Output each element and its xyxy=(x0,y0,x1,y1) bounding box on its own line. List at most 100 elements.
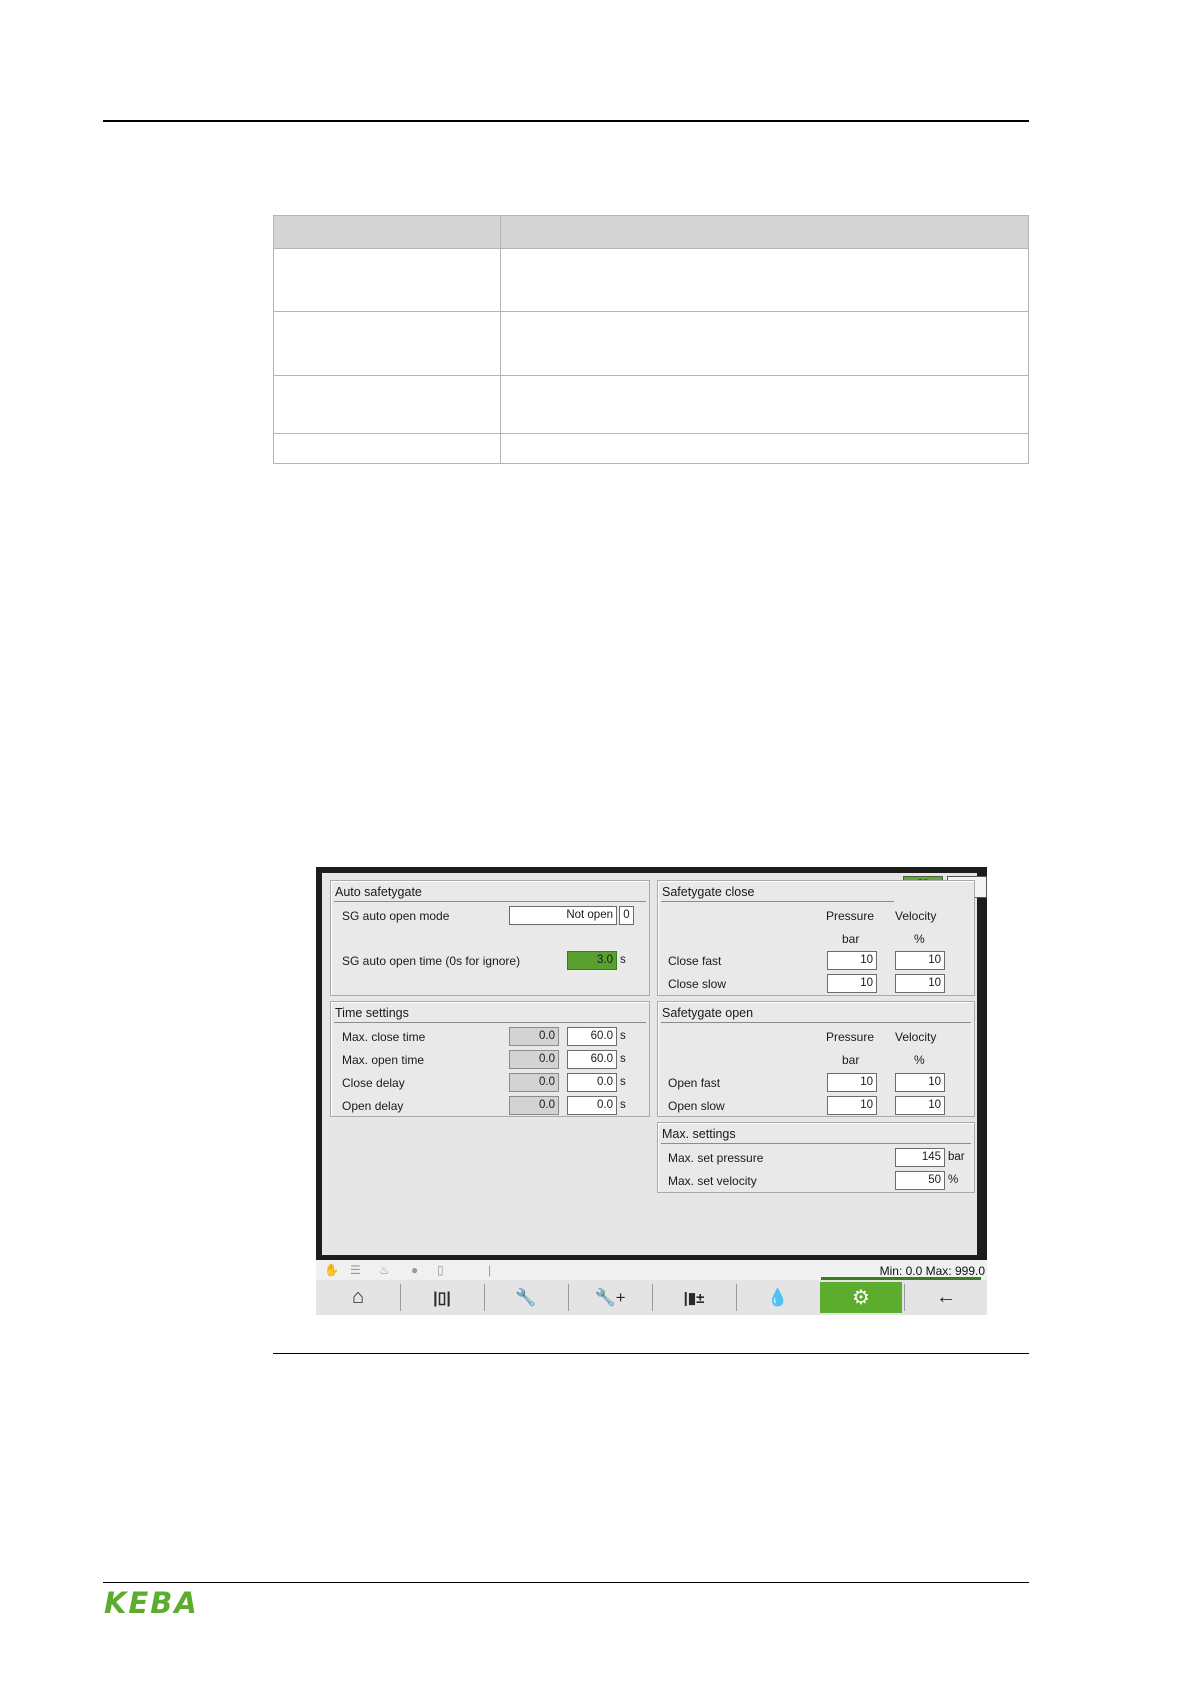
open-delay-actual: 0.0 xyxy=(509,1096,559,1115)
open-mode-code: 0 xyxy=(619,906,634,925)
wrench-plus-icon: 🔧+ xyxy=(594,1287,626,1307)
col-pressure: Pressure xyxy=(826,909,875,923)
open-delay-label: Open delay xyxy=(342,1099,404,1113)
max-pressure-label: Max. set pressure xyxy=(668,1151,764,1165)
panel-title: Auto safetygate xyxy=(335,885,422,899)
close-slow-velocity[interactable]: 10 xyxy=(895,974,945,993)
auto-safetygate-panel: Auto safetygate SG auto open mode Not op… xyxy=(330,880,650,996)
time-settings-panel: Time settings Max. close time 0.0 60.0 s… xyxy=(330,1001,650,1117)
panel-title: Max. settings xyxy=(662,1127,736,1141)
col-pressure: Pressure xyxy=(826,1030,875,1044)
max-close-time-label: Max. close time xyxy=(342,1030,426,1044)
max-pressure-input[interactable]: 145 xyxy=(895,1148,945,1167)
nav-ejector-button[interactable]: |▮± xyxy=(653,1282,735,1313)
open-time-unit: s xyxy=(620,954,626,966)
table-row xyxy=(273,248,501,312)
divider xyxy=(661,1143,971,1144)
max-velocity-input[interactable]: 50 xyxy=(895,1171,945,1190)
col-velocity: Velocity xyxy=(895,1030,937,1044)
nav-drop-button[interactable]: 💧 xyxy=(737,1282,819,1313)
parameter-table xyxy=(273,215,1029,464)
unit: s xyxy=(620,1030,626,1042)
divider xyxy=(661,1022,971,1023)
max-velocity-label: Max. set velocity xyxy=(668,1174,757,1188)
unit: s xyxy=(620,1053,626,1065)
panel-title: Safetygate close xyxy=(662,885,755,899)
table-header-col1 xyxy=(273,215,501,249)
open-slow-pressure[interactable]: 10 xyxy=(827,1096,877,1115)
nav-bar: ⌂ |▯| 🔧 🔧+ |▮± 💧 ⚙ ← xyxy=(316,1280,987,1315)
close-fast-label: Close fast xyxy=(668,954,722,968)
max-open-time-label: Max. open time xyxy=(342,1053,425,1067)
mold-icon: ▯ xyxy=(437,1263,444,1277)
home-icon: ⌂ xyxy=(351,1286,365,1308)
header-rule xyxy=(103,120,1029,122)
col-velocity: Velocity xyxy=(895,909,937,923)
separator: | xyxy=(488,1263,492,1277)
hand-icon: ✋ xyxy=(324,1263,339,1277)
gear-icon: ⚙ xyxy=(852,1287,870,1309)
safetygate-open-panel: Safetygate open Pressure Velocity bar % … xyxy=(657,1001,975,1117)
list-icon: ☰ xyxy=(350,1263,361,1277)
close-delay-label: Close delay xyxy=(342,1076,405,1090)
table-row xyxy=(273,433,501,464)
open-mode-label: SG auto open mode xyxy=(342,909,450,923)
nav-settings-button[interactable]: ⚙ xyxy=(820,1282,902,1313)
nav-back-button[interactable]: ← xyxy=(905,1282,987,1313)
screen-area: 🕮 S|] Auto safetygate SG auto open mode … xyxy=(322,873,987,1255)
mold-icon: |▯| xyxy=(433,1289,451,1307)
max-close-time-input[interactable]: 60.0 xyxy=(567,1027,617,1046)
close-fast-velocity[interactable]: 10 xyxy=(895,951,945,970)
open-fast-velocity[interactable]: 10 xyxy=(895,1073,945,1092)
open-slow-label: Open slow xyxy=(668,1099,725,1113)
max-settings-panel: Max. settings Max. set pressure 145 bar … xyxy=(657,1122,975,1193)
close-slow-label: Close slow xyxy=(668,977,727,991)
max-open-time-input[interactable]: 60.0 xyxy=(567,1050,617,1069)
minmax-readout: Min: 0.0 Max: 999.0 xyxy=(879,1264,985,1278)
close-slow-pressure[interactable]: 10 xyxy=(827,974,877,993)
open-fast-pressure[interactable]: 10 xyxy=(827,1073,877,1092)
unit: bar xyxy=(948,1151,965,1163)
nav-mold-button[interactable]: |▯| xyxy=(401,1282,483,1313)
wrench-icon: 🔧 xyxy=(515,1287,537,1307)
close-fast-pressure[interactable]: 10 xyxy=(827,951,877,970)
ejector-icon: |▮± xyxy=(683,1289,705,1307)
divider xyxy=(334,1022,646,1023)
hmi-screenshot: 🕮 S|] Auto safetygate SG auto open mode … xyxy=(316,867,987,1315)
divider xyxy=(334,901,646,902)
unit-pressure: bar xyxy=(842,1053,860,1067)
back-arrow-icon: ← xyxy=(936,1286,956,1308)
divider xyxy=(661,901,894,902)
open-mode-select[interactable]: Not open xyxy=(509,906,617,925)
close-delay-input[interactable]: 0.0 xyxy=(567,1073,617,1092)
table-row xyxy=(500,433,1029,464)
unit-velocity: % xyxy=(914,1053,925,1067)
footer-rule xyxy=(103,1582,1029,1583)
unit-velocity: % xyxy=(914,932,925,946)
status-bar: ✋ ☰ ♨ ● ▯ | Min: 0.0 Max: 999.0 xyxy=(316,1260,987,1280)
heater-icon: ♨ xyxy=(379,1263,390,1277)
table-row xyxy=(500,375,1029,434)
keba-logo: KEBA xyxy=(104,1586,199,1620)
close-delay-actual: 0.0 xyxy=(509,1073,559,1092)
open-time-input[interactable]: 3.0 xyxy=(567,951,617,970)
nav-tools-button[interactable]: 🔧 xyxy=(485,1282,567,1313)
drop-icon: ● xyxy=(411,1263,419,1277)
panel-title: Time settings xyxy=(335,1006,409,1020)
open-time-label: SG auto open time (0s for ignore) xyxy=(342,954,521,968)
panel-title: Safetygate open xyxy=(662,1006,754,1020)
table-row xyxy=(273,311,501,376)
open-slow-velocity[interactable]: 10 xyxy=(895,1096,945,1115)
unit: % xyxy=(948,1174,959,1186)
table-row xyxy=(500,311,1029,376)
open-delay-input[interactable]: 0.0 xyxy=(567,1096,617,1115)
screen-frame: 🕮 S|] Auto safetygate SG auto open mode … xyxy=(316,867,987,1260)
unit: s xyxy=(620,1076,626,1088)
figure-rule xyxy=(273,1353,1029,1354)
safetygate-close-panel: Safetygate close Pressure Velocity bar %… xyxy=(657,880,975,996)
max-close-time-actual: 0.0 xyxy=(509,1027,559,1046)
table-row xyxy=(273,375,501,434)
max-open-time-actual: 0.0 xyxy=(509,1050,559,1069)
nav-home-button[interactable]: ⌂ xyxy=(317,1282,399,1313)
nav-tools-plus-button[interactable]: 🔧+ xyxy=(569,1282,651,1313)
